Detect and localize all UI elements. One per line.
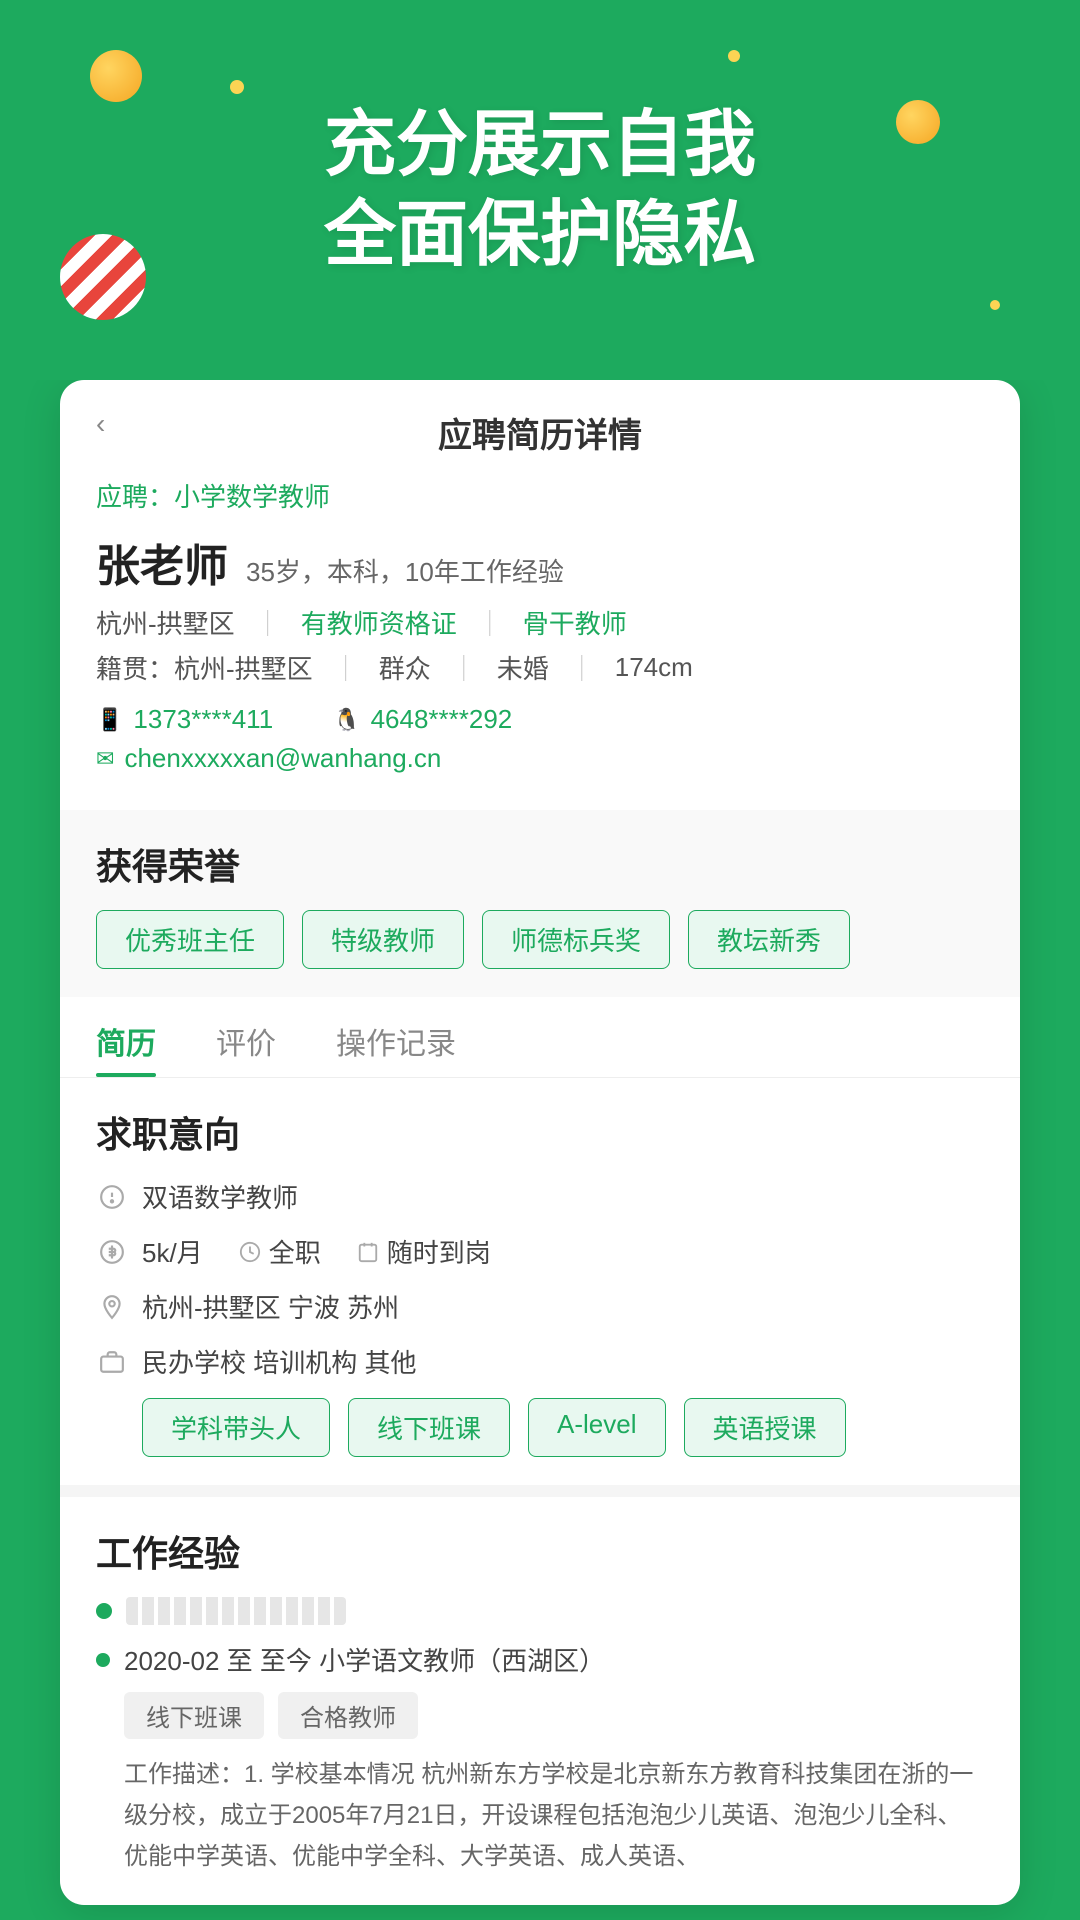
intent-location-row: 杭州-拱墅区 宁波 苏州 <box>96 1288 984 1325</box>
org-icon <box>96 1346 128 1378</box>
phone-icon: 📱 <box>96 707 123 733</box>
company-dot <box>96 1603 112 1619</box>
hero-title: 充分展示自我 全面保护隐私 <box>324 100 756 280</box>
profile-marriage: 未婚 <box>497 649 549 686</box>
honor-tag-2: 师德标兵奖 <box>482 910 670 969</box>
profile-height: 174cm <box>615 652 693 683</box>
phone-number: 1373****411 <box>133 704 273 735</box>
email-icon: ✉ <box>96 746 114 772</box>
intent-org-types: 民办学校 培训机构 其他 <box>142 1343 416 1380</box>
intent-tag-2: A-level <box>528 1398 665 1457</box>
email-row: ✉ chenxxxxxan@wanhang.cn <box>96 743 984 774</box>
intent-position: 双语数学教师 <box>142 1178 298 1215</box>
tab-resume[interactable]: 简历 <box>96 997 156 1077</box>
work-period-row: 2020-02 至 至今 小学语文教师（西湖区） <box>96 1641 984 1678</box>
intent-conditions-row: 5k/月 全职 随时到岗 <box>96 1233 984 1270</box>
profile-meta: 35岁，本科，10年工作经验 <box>246 552 564 589</box>
work-company-row <box>96 1597 984 1625</box>
intent-conditions: 5k/月 全职 随时到岗 <box>142 1233 491 1270</box>
job-link[interactable]: 应聘：小学数学教师 <box>60 477 1020 530</box>
honors-title: 获得荣誉 <box>96 838 984 890</box>
profile-title-tag: 骨干教师 <box>523 604 627 641</box>
tabs-section: 简历 评价 操作记录 <box>60 997 1020 1078</box>
honor-tag-0: 优秀班主任 <box>96 910 284 969</box>
work-tags-row: 线下班课 合格教师 <box>124 1692 984 1739</box>
profile-section: 张老师 35岁，本科，10年工作经验 杭州-拱墅区 ｜ 有教师资格证 ｜ 骨干教… <box>60 530 1020 810</box>
intent-position-row: 双语数学教师 <box>96 1178 984 1215</box>
email-address: chenxxxxxan@wanhang.cn <box>124 743 441 774</box>
availability-item: 随时到岗 <box>357 1233 491 1270</box>
salary-item: 5k/月 <box>142 1233 203 1270</box>
intent-tag-1: 线下班课 <box>348 1398 510 1457</box>
phone-contact: 📱 1373****411 <box>96 704 273 735</box>
qq-icon: 🐧 <box>333 707 360 733</box>
jobtype-item: 全职 <box>239 1233 321 1270</box>
deco-orange-ball-2 <box>896 100 940 144</box>
work-period: 2020-02 至 至今 小学语文教师（西湖区） <box>124 1641 605 1678</box>
deco-dot-1 <box>230 80 244 94</box>
deco-stripe-ball <box>60 234 146 320</box>
profile-cert: 有教师资格证 <box>301 604 457 641</box>
intent-tags-row: 学科带头人 线下班课 A-level 英语授课 <box>142 1398 984 1457</box>
profile-origin: 籍贯：杭州-拱墅区 <box>96 649 313 686</box>
back-button[interactable]: ‹ <box>96 408 105 440</box>
work-description: 工作描述：1. 学校基本情况 杭州新东方学校是北京新东方教育科技集团在浙的一级分… <box>124 1755 984 1877</box>
tab-review[interactable]: 评价 <box>216 997 276 1077</box>
company-name-hidden <box>126 1597 346 1625</box>
profile-name-row: 张老师 35岁，本科，10年工作经验 <box>96 530 984 594</box>
work-tag-0: 线下班课 <box>124 1692 264 1739</box>
work-tag-1: 合格教师 <box>278 1692 418 1739</box>
hero-section: 充分展示自我 全面保护隐私 <box>0 0 1080 380</box>
profile-info-row-1: 杭州-拱墅区 ｜ 有教师资格证 ｜ 骨干教师 <box>96 604 984 641</box>
salary-icon <box>96 1236 128 1268</box>
qq-number: 4648****292 <box>371 704 513 735</box>
contact-row: 📱 1373****411 🐧 4648****292 <box>96 704 984 735</box>
profile-info-row-2: 籍贯：杭州-拱墅区 ｜ 群众 ｜ 未婚 ｜ 174cm <box>96 649 984 686</box>
card-title: 应聘简历详情 <box>96 408 984 477</box>
card-header: ‹ 应聘简历详情 <box>60 380 1020 477</box>
honors-tags-row: 优秀班主任 特级教师 师德标兵奖 教坛新秀 <box>96 910 984 969</box>
profile-location: 杭州-拱墅区 <box>96 604 235 641</box>
deco-orange-ball-1 <box>90 50 142 102</box>
intent-orgtype-row: 民办学校 培训机构 其他 <box>96 1343 984 1380</box>
work-title: 工作经验 <box>96 1525 984 1577</box>
work-section: 工作经验 2020-02 至 至今 小学语文教师（西湖区） 线下班课 合格教师 … <box>60 1485 1020 1905</box>
intent-title: 求职意向 <box>96 1106 984 1158</box>
deco-dot-3 <box>990 300 1000 310</box>
intent-tag-0: 学科带头人 <box>142 1398 330 1457</box>
honor-tag-1: 特级教师 <box>302 910 464 969</box>
tab-operations[interactable]: 操作记录 <box>336 997 456 1077</box>
deco-dot-2 <box>728 50 740 62</box>
honor-tag-3: 教坛新秀 <box>688 910 850 969</box>
resume-card: ‹ 应聘简历详情 应聘：小学数学教师 张老师 35岁，本科，10年工作经验 杭州… <box>60 380 1020 1905</box>
profile-name: 张老师 <box>96 530 228 594</box>
intent-section: 求职意向 双语数学教师 5k/月 全职 随时到岗 <box>60 1078 1020 1485</box>
qq-contact: 🐧 4648****292 <box>333 704 512 735</box>
period-dot <box>96 1653 110 1667</box>
profile-party: 群众 <box>379 649 431 686</box>
location-icon <box>96 1291 128 1323</box>
intent-tag-3: 英语授课 <box>684 1398 846 1457</box>
position-icon <box>96 1181 128 1213</box>
intent-locations: 杭州-拱墅区 宁波 苏州 <box>142 1288 399 1325</box>
honors-section: 获得荣誉 优秀班主任 特级教师 师德标兵奖 教坛新秀 <box>60 810 1020 997</box>
